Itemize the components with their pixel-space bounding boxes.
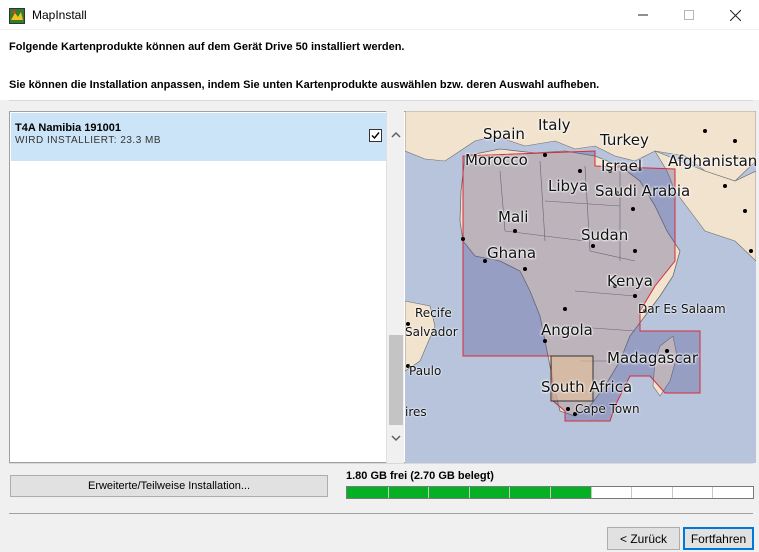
coverage-map[interactable]: Spain Italy Turkey Morocco Israel Afghan… [405,111,756,463]
map-label: Paulo [409,364,442,378]
map-label: Saudi Arabia [595,182,691,200]
product-status: WIRD INSTALLIERT: 23.3 MB [15,135,162,146]
map-label: Dar Es Salaam [638,302,726,316]
storage-label: 1.80 GB frei (2.70 GB belegt) [346,470,494,482]
product-checkbox[interactable] [369,129,382,142]
product-list: T4A Namibia 191001 WIRD INSTALLIERT: 23.… [9,111,405,463]
advanced-installation-button[interactable]: Erweiterte/Teilweise Installation... [10,475,328,497]
map-label: Afghanistan [668,152,756,170]
map-label: Israel [601,157,642,175]
map-label: Sudan [581,226,629,244]
list-scrollbar[interactable] [386,111,404,463]
map-label: Angola [541,321,593,339]
map-label: Turkey [600,131,649,149]
map-label: Morocco [465,151,528,169]
progress-segment-divider [509,487,511,498]
map-label: Mali [498,208,529,226]
list-item-product[interactable]: T4A Namibia 191001 WIRD INSTALLIERT: 23.… [11,113,387,161]
storage-progress-bar [346,486,754,499]
footer-separator [9,513,753,514]
title-bar: MapInstall [0,0,759,30]
progress-segment-divider [590,487,592,498]
map-label: Libya [548,177,589,195]
map-label: South Africa [541,378,633,396]
map-label: Spain [483,125,525,143]
close-button[interactable] [712,0,758,30]
progress-segment-divider [712,487,714,498]
map-label: Italy [538,116,571,134]
progress-segment-divider [428,487,430,498]
progress-segment-divider [387,487,389,498]
header-separator [9,100,753,101]
instruction-line-2: Sie können die Installation anpassen, in… [9,79,600,91]
minimize-button[interactable] [620,0,666,30]
checkmark-icon [371,132,380,140]
maximize-button [666,0,712,30]
map-label: Recife [415,306,452,320]
progress-segment-divider [631,487,633,498]
progress-segment-divider [468,487,470,498]
mapinstall-app-icon [9,8,25,24]
map-label: Madagascar [607,349,698,367]
scroll-thumb[interactable] [389,335,403,425]
back-button[interactable]: < Zurück [607,527,680,550]
instruction-line-1: Folgende Kartenprodukte können auf dem G… [9,41,405,53]
product-name: T4A Namibia 191001 [15,122,121,134]
continue-button[interactable]: Fortfahren [683,527,754,550]
scroll-down-icon[interactable] [387,429,405,447]
window-title: MapInstall [32,8,87,22]
map-label: Salvador [405,325,458,339]
map-label: ires [405,405,427,419]
progress-segment-divider [671,487,673,498]
map-label: Kenya [607,272,653,290]
progress-segment-divider [550,487,551,498]
map-label: Cape Town [575,402,640,416]
map-label: Ghana [487,244,537,262]
scroll-up-icon[interactable] [387,125,405,143]
list-separator [9,463,753,464]
